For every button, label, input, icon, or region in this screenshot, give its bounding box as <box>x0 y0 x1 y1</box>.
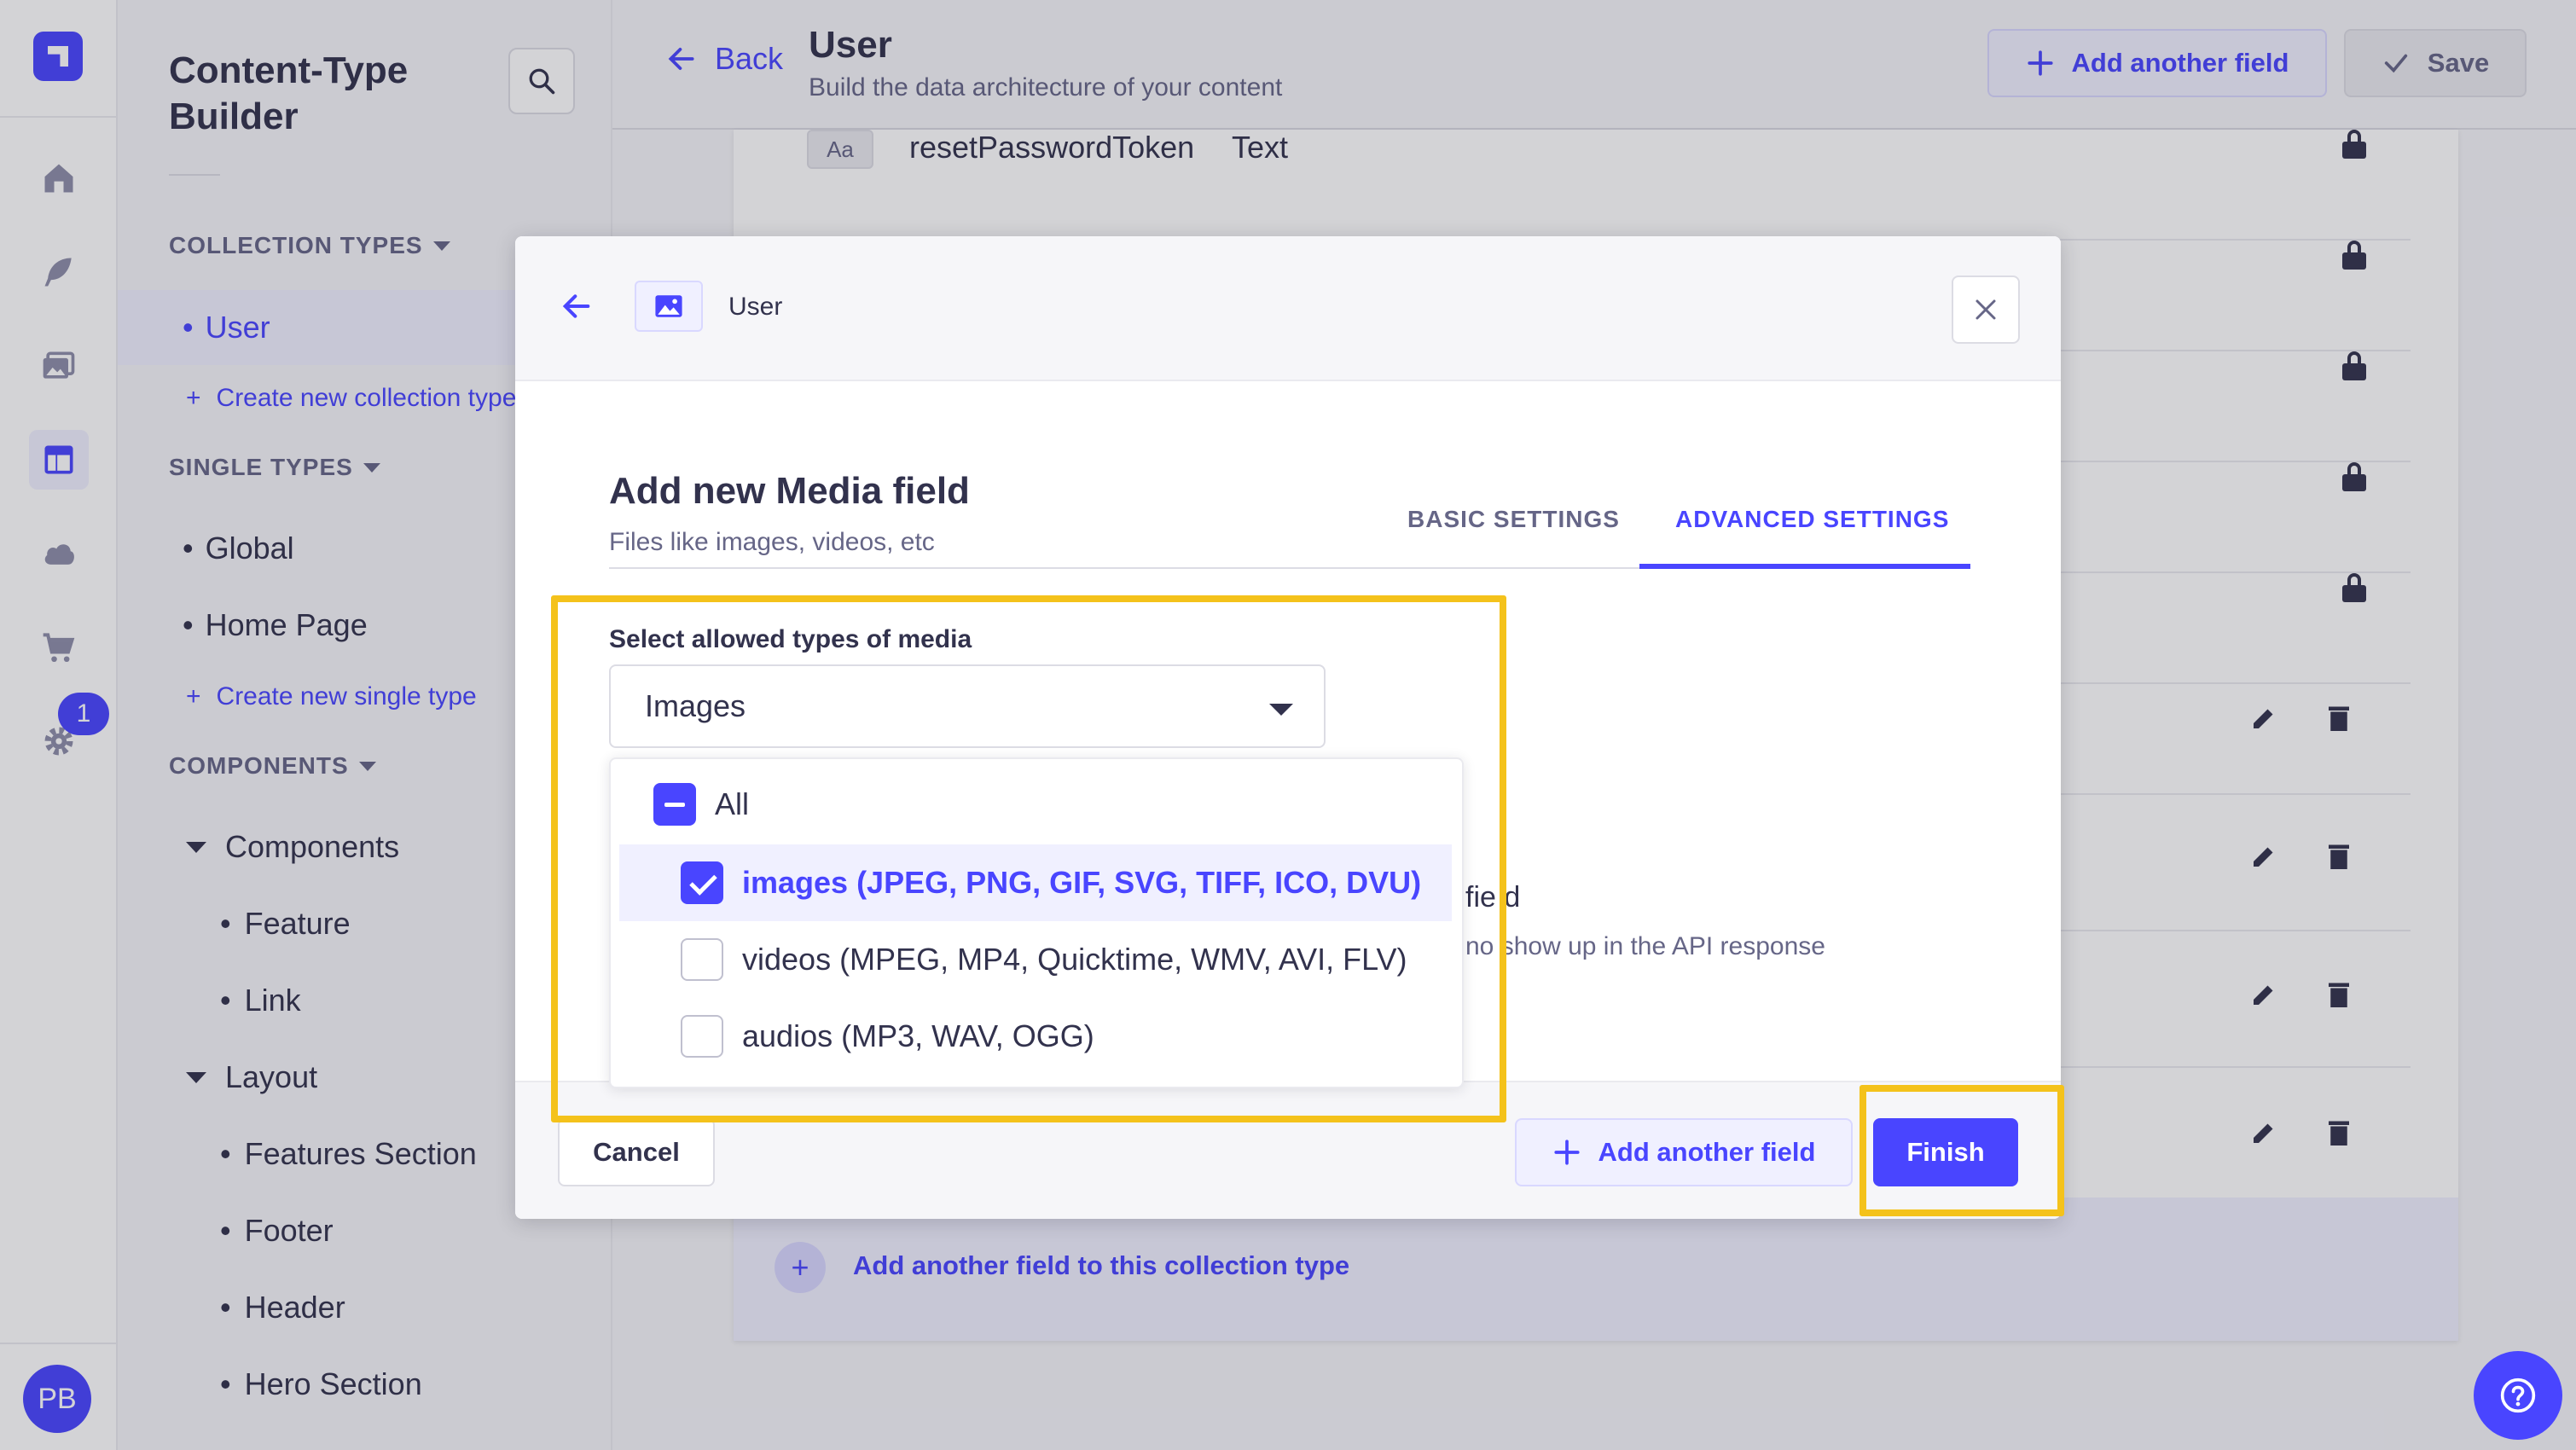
tab-basic-settings[interactable]: BASIC SETTINGS <box>1407 506 1620 533</box>
help-button[interactable] <box>2474 1351 2562 1440</box>
modal-breadcrumb: User <box>728 293 783 321</box>
active-tab-indicator <box>1639 564 1970 569</box>
modal-add-another-field-label: Add another field <box>1598 1137 1816 1167</box>
modal-add-another-field-button[interactable]: Add another field <box>1515 1118 1853 1186</box>
highlight-frame <box>551 595 1506 1122</box>
question-icon <box>2500 1378 2536 1413</box>
arrow-left-icon[interactable] <box>560 289 594 323</box>
tab-advanced-settings[interactable]: ADVANCED SETTINGS <box>1675 506 1949 533</box>
close-button[interactable] <box>1952 276 2020 344</box>
highlight-frame <box>1859 1085 2064 1216</box>
plus-icon <box>1553 1140 1580 1165</box>
close-icon <box>1976 299 1996 320</box>
private-field-description: no show up in the API response <box>1465 932 1825 960</box>
cancel-button[interactable]: Cancel <box>558 1118 715 1186</box>
modal-subtitle: Files like images, videos, etc <box>609 528 935 556</box>
modal-title: Add new Media field <box>609 470 970 512</box>
modal-header: User <box>515 236 2061 381</box>
media-field-icon <box>635 281 703 332</box>
